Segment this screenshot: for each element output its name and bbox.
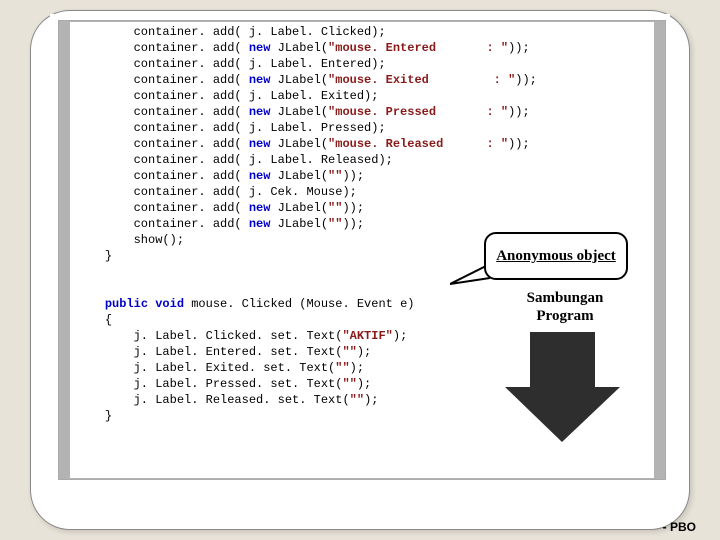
code-line: container. add( new JLabel("mouse. Enter… xyxy=(76,40,648,56)
footer-text: - PBO xyxy=(663,520,696,534)
continuation-label: Sambungan Program xyxy=(500,289,630,325)
code-line: container. add( j. Label. Pressed); xyxy=(76,120,648,136)
down-arrow-icon xyxy=(505,332,620,442)
code-line: container. add( j. Label. Exited); xyxy=(76,88,648,104)
code-line: container. add( new JLabel("mouse. Press… xyxy=(76,104,648,120)
code-line: container. add( new JLabel("")); xyxy=(76,216,648,232)
anonymous-object-callout: Anonymous object xyxy=(484,232,628,280)
code-line: container. add( j. Label. Released); xyxy=(76,152,648,168)
code-line: container. add( new JLabel("")); xyxy=(76,168,648,184)
code-line: container. add( new JLabel("mouse. Exite… xyxy=(76,72,648,88)
code-line: container. add( new JLabel("mouse. Relea… xyxy=(76,136,648,152)
callout-label: Anonymous object xyxy=(496,248,616,265)
code-line: container. add( j. Label. Clicked); xyxy=(76,24,648,40)
code-line: container. add( new JLabel("")); xyxy=(76,200,648,216)
code-line: container. add( j. Label. Entered); xyxy=(76,56,648,72)
code-line: container. add( j. Cek. Mouse); xyxy=(76,184,648,200)
